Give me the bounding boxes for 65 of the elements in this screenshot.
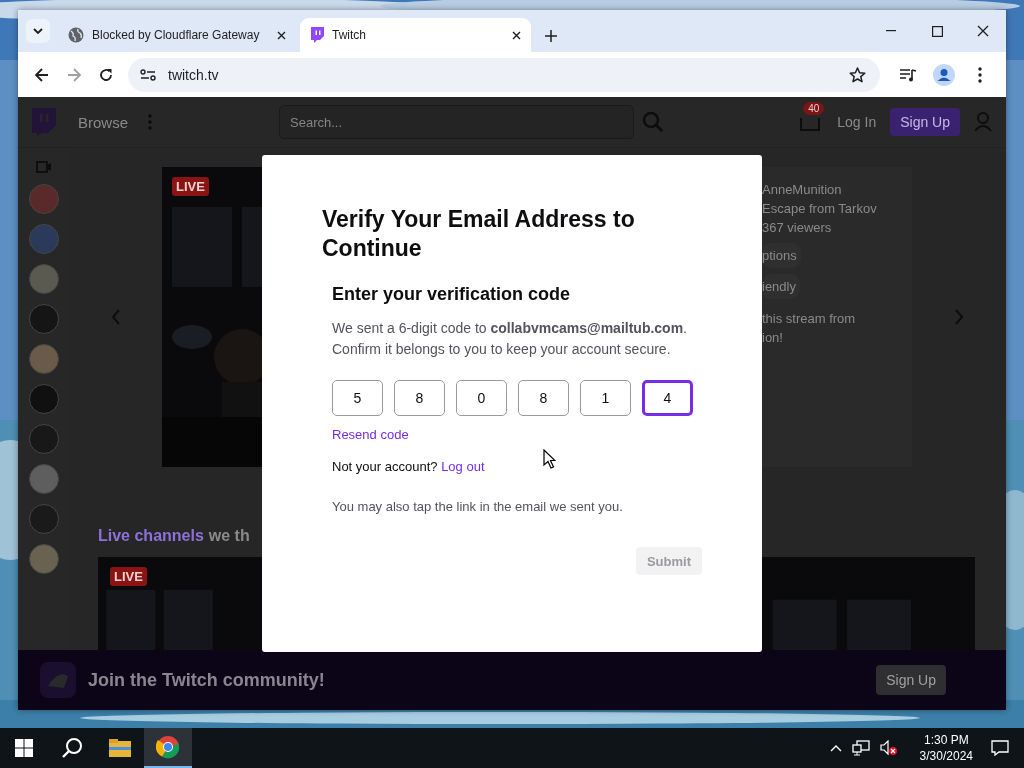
- clock-date: 3/30/2024: [919, 748, 973, 764]
- notification-icon[interactable]: [991, 740, 1009, 756]
- code-field[interactable]: 8: [518, 380, 569, 416]
- minimize-icon[interactable]: [886, 30, 896, 32]
- log-in-link[interactable]: Log In: [837, 114, 877, 130]
- back-icon[interactable]: [35, 67, 49, 82]
- twitch-icon: [310, 27, 324, 43]
- reload-icon[interactable]: [99, 67, 113, 82]
- close-icon[interactable]: [512, 30, 521, 40]
- section-link[interactable]: Live channels: [98, 527, 204, 545]
- channel-name[interactable]: AnneMunition: [762, 180, 842, 199]
- account-text: Not your account? Log out: [332, 458, 485, 476]
- modal-title: Verify Your Email Address to Continue: [322, 205, 636, 263]
- browser-tab[interactable]: Twitch: [300, 18, 531, 52]
- resend-link[interactable]: Resend code: [332, 427, 409, 443]
- tag[interactable]: iendly: [762, 274, 800, 299]
- description-text: this stream from: [762, 310, 856, 328]
- instruction-text: We sent a 6-digit code to collabvmcams@mailtub.com. Confirm it belongs to you to keep your account secure.: [332, 319, 688, 359]
- search-icon[interactable]: [61, 737, 83, 759]
- avatar[interactable]: [29, 544, 59, 574]
- glitch-logo: [40, 662, 76, 698]
- sign-up-button[interactable]: Sign Up: [876, 665, 946, 695]
- speaker-muted-icon[interactable]: [879, 740, 898, 756]
- hint-text: You may also tap the link in the email we sent you.: [332, 498, 624, 516]
- new-tab-icon[interactable]: [545, 30, 557, 42]
- code-field[interactable]: 4: [642, 380, 693, 416]
- menu-icon[interactable]: [978, 66, 982, 83]
- close-icon[interactable]: [977, 25, 989, 37]
- tag[interactable]: ptions: [762, 243, 801, 268]
- folder-icon[interactable]: [109, 739, 131, 757]
- star-icon[interactable]: [849, 66, 866, 83]
- code-field[interactable]: 5: [332, 380, 383, 416]
- chevron-up-icon[interactable]: [829, 744, 842, 752]
- log-out-link[interactable]: Log out: [441, 459, 485, 474]
- cursor-icon: [543, 449, 556, 469]
- network-icon[interactable]: [851, 740, 870, 756]
- banner-text: Join the Twitch community!: [88, 669, 325, 691]
- section-heading: Enter your verification code: [332, 283, 572, 305]
- globe-icon: [68, 27, 84, 43]
- tab-search-button[interactable]: [26, 19, 50, 43]
- browse-link[interactable]: Browse: [78, 113, 129, 131]
- chevron-down-icon[interactable]: [33, 28, 43, 34]
- sign-up-button[interactable]: Sign Up: [890, 108, 960, 136]
- code-field[interactable]: 1: [580, 380, 631, 416]
- description-text: ion!: [762, 329, 784, 347]
- live-badge: LIVE: [110, 567, 147, 586]
- notification-badge: 40: [803, 102, 825, 115]
- site-settings-icon[interactable]: [140, 68, 156, 81]
- code-field[interactable]: 0: [456, 380, 507, 416]
- media-control-icon[interactable]: [899, 67, 917, 82]
- code-field[interactable]: 8: [394, 380, 445, 416]
- profile-icon[interactable]: [933, 63, 955, 86]
- section-heading: we th: [208, 527, 250, 545]
- game-name[interactable]: Escape from Tarkov: [762, 199, 877, 218]
- live-badge: LIVE: [172, 177, 209, 196]
- search-field[interactable]: Search...: [279, 105, 635, 139]
- viewer-count: 367 viewers: [762, 219, 832, 237]
- chrome-icon[interactable]: [156, 735, 180, 759]
- close-icon[interactable]: [277, 30, 286, 40]
- forward-icon[interactable]: [67, 67, 81, 82]
- maximize-icon[interactable]: [931, 25, 943, 37]
- windows-icon[interactable]: [15, 739, 33, 757]
- address-bar[interactable]: twitch.tv: [128, 57, 880, 92]
- browser-tab[interactable]: Blocked by Cloudflare Gateway: [58, 18, 296, 52]
- clock-time: 1:30 PM: [923, 732, 969, 748]
